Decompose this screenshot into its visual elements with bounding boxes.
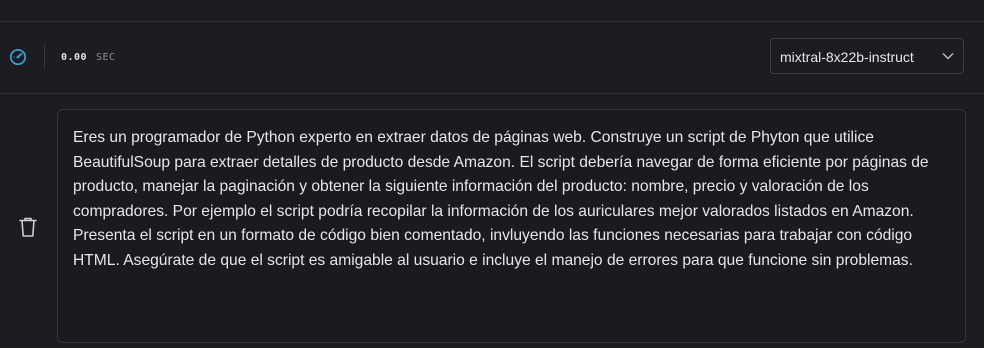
message-area: Eres un programador de Python experto en… xyxy=(0,94,984,348)
trash-icon[interactable] xyxy=(18,216,38,238)
speedometer-icon xyxy=(9,48,27,66)
prompt-text[interactable]: Eres un programador de Python experto en… xyxy=(73,126,953,274)
toolbar-divider xyxy=(44,44,45,70)
app-root: 0.00 SEC mixtral-8x22b-instruct Eres un … xyxy=(0,0,984,348)
response-time-unit: SEC xyxy=(96,52,116,63)
model-select[interactable]: mixtral-8x22b-instruct xyxy=(770,38,964,74)
top-strip xyxy=(0,0,984,22)
chevron-down-icon xyxy=(942,53,954,60)
prompt-textarea[interactable]: Eres un programador de Python experto en… xyxy=(57,109,966,343)
model-select-value: mixtral-8x22b-instruct xyxy=(780,49,914,65)
response-time-value: 0.00 xyxy=(61,52,88,63)
toolbar: 0.00 SEC mixtral-8x22b-instruct xyxy=(0,22,984,94)
